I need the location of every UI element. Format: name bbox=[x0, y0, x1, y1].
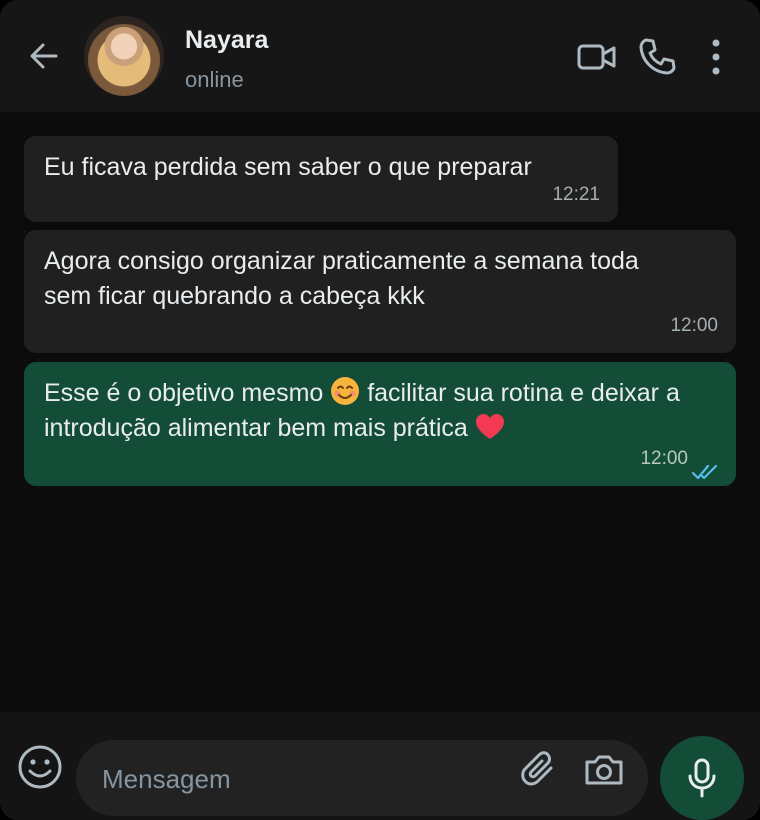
message-time: 12:00 bbox=[640, 448, 688, 469]
message-bubble-incoming[interactable]: Agora consigo organizar praticamente a s… bbox=[24, 230, 736, 353]
message-text: Eu ficava perdida sem saber o que prepar… bbox=[44, 153, 532, 181]
contact-status: online bbox=[185, 67, 244, 92]
message-text: Esse é o objetivo mesmo bbox=[44, 379, 324, 407]
attach-icon[interactable] bbox=[518, 749, 560, 791]
message-bubble-incoming[interactable]: Eu ficava perdida sem saber o que prepar… bbox=[24, 136, 618, 222]
mic-button[interactable] bbox=[660, 736, 744, 820]
message-time: 12:00 bbox=[670, 315, 718, 336]
message-text: Agora consigo organizar praticamente a s… bbox=[44, 247, 639, 310]
message-list[interactable]: Eu ficava perdida sem saber o que prepar… bbox=[0, 112, 760, 712]
arrow-back-icon[interactable] bbox=[26, 38, 62, 74]
mic-icon bbox=[688, 758, 716, 798]
emoji-icon[interactable] bbox=[16, 743, 64, 791]
message-composer bbox=[0, 712, 760, 820]
phone-icon[interactable] bbox=[636, 36, 678, 78]
chat-header: Nayara online bbox=[0, 0, 760, 112]
chat-screen: Nayara online Eu ficava perdida sem sabe… bbox=[0, 0, 760, 820]
message-bubble-outgoing[interactable]: Esse é o objetivo mesmo facilitar sua ro… bbox=[24, 362, 736, 486]
double-check-read-icon bbox=[691, 456, 720, 480]
red-heart-emoji-icon bbox=[475, 413, 505, 441]
contact-name[interactable]: Nayara bbox=[185, 26, 268, 55]
message-time: 12:21 bbox=[552, 184, 600, 205]
more-vert-icon[interactable] bbox=[696, 36, 736, 78]
avatar[interactable] bbox=[84, 16, 164, 96]
message-input[interactable] bbox=[100, 752, 504, 806]
smiling-face-emoji-icon bbox=[330, 376, 360, 406]
camera-icon[interactable] bbox=[582, 749, 626, 791]
video-call-icon[interactable] bbox=[576, 36, 618, 78]
